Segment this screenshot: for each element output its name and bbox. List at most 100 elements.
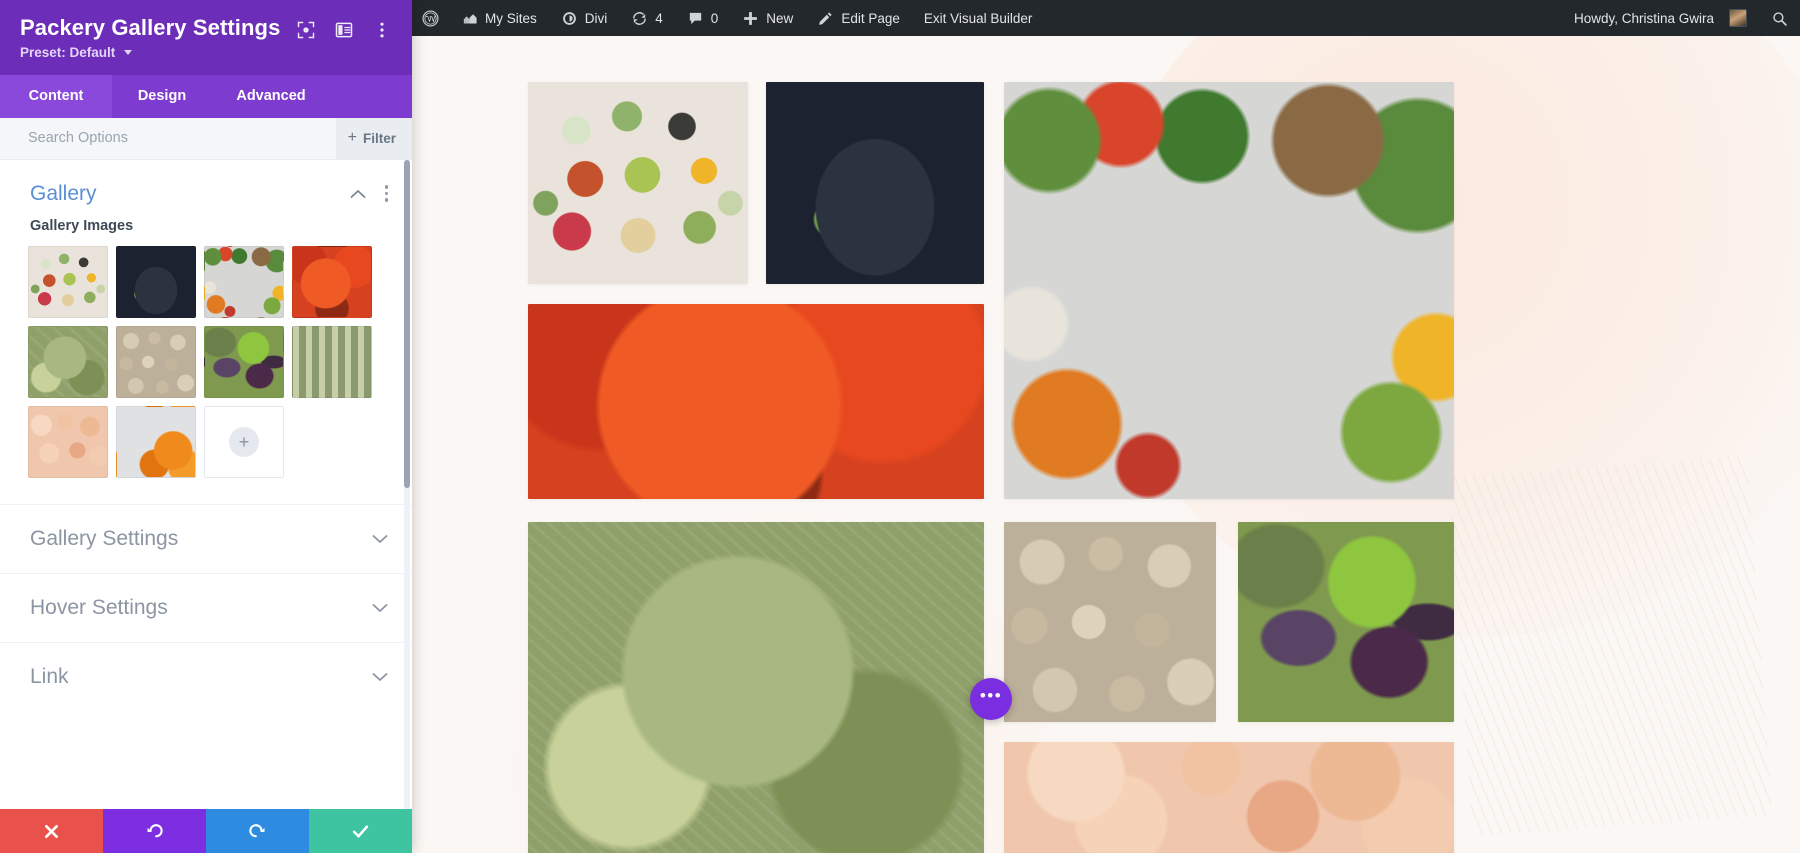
close-icon (45, 824, 58, 838)
gallery-thumbnail[interactable] (116, 325, 196, 398)
chevron-down-icon (123, 49, 132, 55)
cancel-button[interactable] (0, 809, 103, 853)
settings-panel-header-actions (296, 14, 392, 40)
chevron-down-icon (372, 534, 388, 543)
chevron-up-icon[interactable] (350, 189, 366, 199)
admin-bar-search[interactable] (1759, 0, 1800, 36)
gallery-thumbnail[interactable] (116, 245, 196, 318)
search-input[interactable] (0, 117, 336, 159)
gallery-thumbnail[interactable] (292, 325, 372, 398)
admin-bar-exit-label: Exit Visual Builder (923, 10, 1033, 26)
redo-icon (249, 823, 265, 837)
accordion-gallery-settings-label: Gallery Settings (30, 526, 179, 550)
accordion-link[interactable]: Link (0, 641, 412, 711)
plus-icon (744, 11, 758, 25)
search-icon (1773, 11, 1787, 26)
gallery-image[interactable] (1004, 522, 1216, 722)
admin-bar-divi[interactable]: Divi (549, 0, 620, 36)
app-screen: My Sites Divi 4 0 New Edit Page Exit Vis… (0, 0, 1800, 853)
plus-icon: + (229, 426, 259, 457)
gallery-image[interactable] (1238, 522, 1454, 722)
check-icon (352, 824, 369, 838)
chevron-down-icon (372, 672, 388, 681)
gallery-section-menu-icon[interactable] (383, 183, 391, 204)
gallery-image[interactable] (528, 522, 984, 853)
filter-button-label: Filter (362, 130, 396, 146)
chevron-down-icon (372, 603, 388, 612)
wordpress-logo-icon (422, 9, 439, 27)
admin-bar-new-content[interactable]: New (730, 0, 805, 36)
filter-plus-icon: + (347, 129, 357, 146)
preset-selector[interactable]: Preset: Default (20, 44, 392, 75)
settings-scroll-area: Gallery Gallery Images + Gallery Setting… (0, 159, 412, 809)
filter-button[interactable]: + Filter (335, 117, 412, 159)
admin-bar-edit-page-label: Edit Page (841, 10, 900, 26)
gallery-section-tools (350, 183, 391, 204)
gallery-image[interactable] (528, 82, 748, 284)
admin-bar-greeting: Howdy, Christina Gwira (1573, 10, 1714, 26)
focus-target-icon[interactable] (296, 20, 316, 40)
gallery-thumbnail[interactable] (116, 405, 196, 478)
gallery-thumbnail[interactable] (204, 325, 284, 398)
tab-content[interactable]: Content (0, 74, 112, 118)
pencil-icon (819, 11, 832, 25)
background-leaf-texture (1447, 455, 1773, 837)
builder-area: My Sites Divi 4 0 New Edit Page Exit Vis… (412, 0, 1800, 853)
save-button[interactable] (309, 809, 412, 853)
gallery-images-grid: + (0, 245, 412, 504)
sites-icon (463, 13, 477, 23)
undo-button[interactable] (103, 809, 206, 853)
gallery-image[interactable] (1004, 742, 1454, 853)
admin-bar-updates-count: 4 (655, 10, 663, 26)
user-avatar (1729, 9, 1747, 27)
accordion-hover-settings-label: Hover Settings (30, 595, 168, 619)
admin-bar-edit-page[interactable]: Edit Page (805, 0, 912, 36)
admin-bar-right-group: Howdy, Christina Gwira (1562, 0, 1800, 36)
admin-bar-comments-count: 0 (710, 10, 719, 26)
admin-bar-comments[interactable]: 0 (675, 0, 731, 36)
module-settings-fab[interactable]: ••• (970, 678, 1012, 720)
undo-icon (147, 823, 163, 837)
comment-icon (689, 12, 701, 24)
gallery-thumbnail[interactable] (28, 245, 108, 318)
settings-tabs: Content Design Advanced (0, 74, 412, 118)
redo-button[interactable] (206, 809, 309, 853)
gallery-image[interactable] (1004, 82, 1454, 499)
fab-dots-label: ••• (979, 685, 1003, 705)
layout-panel-icon[interactable] (334, 20, 354, 40)
search-bar: + Filter (0, 117, 412, 160)
add-gallery-image-button[interactable]: + (204, 405, 284, 478)
preset-label: Preset: Default (20, 44, 116, 60)
gallery-image[interactable] (766, 82, 984, 284)
accordion-gallery-settings[interactable]: Gallery Settings (0, 503, 412, 573)
updates-icon (633, 11, 647, 25)
accordion-link-label: Link (30, 664, 69, 688)
gallery-thumbnail[interactable] (204, 245, 284, 318)
visual-builder-canvas: ••• (412, 36, 1800, 853)
divi-icon (562, 11, 576, 25)
gallery-thumbnail[interactable] (292, 245, 372, 318)
gallery-section-title: Gallery (30, 181, 97, 205)
gallery-thumbnail[interactable] (28, 325, 108, 398)
tab-design[interactable]: Design (112, 75, 212, 118)
settings-panel-header: Packery Gallery Settings Preset: Default (0, 0, 412, 75)
admin-bar-my-sites[interactable]: My Sites (449, 0, 549, 36)
tab-advanced[interactable]: Advanced (212, 75, 330, 118)
admin-bar-new-label: New (766, 10, 794, 26)
accordion-hover-settings[interactable]: Hover Settings (0, 572, 412, 642)
gallery-image[interactable] (528, 304, 984, 499)
admin-bar-account[interactable]: Howdy, Christina Gwira (1562, 0, 1759, 36)
gallery-images-label: Gallery Images (30, 217, 134, 234)
admin-bar-wp-logo[interactable] (412, 0, 449, 36)
gallery-thumbnail[interactable] (28, 405, 108, 478)
admin-bar-exit-visual-builder[interactable]: Exit Visual Builder (912, 0, 1045, 36)
panel-scrollbar-thumb[interactable] (404, 159, 410, 488)
module-settings-panel: Packery Gallery Settings Preset: Default… (0, 0, 412, 853)
admin-bar-my-sites-label: My Sites (485, 10, 537, 26)
admin-bar-divi-label: Divi (584, 10, 608, 26)
vertical-dots-icon[interactable] (372, 20, 392, 40)
settings-action-bar (0, 809, 412, 853)
page-title: Packery Gallery Settings (20, 15, 281, 40)
wordpress-admin-bar: My Sites Divi 4 0 New Edit Page Exit Vis… (412, 0, 1800, 36)
admin-bar-updates[interactable]: 4 (619, 0, 675, 36)
